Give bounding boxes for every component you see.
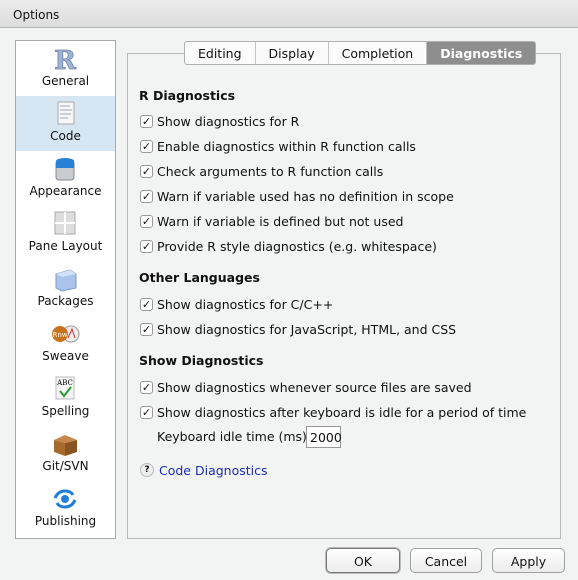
sidebar-item-code[interactable]: Code: [16, 96, 115, 151]
checkbox[interactable]: ✓: [140, 406, 153, 419]
cancel-button[interactable]: Cancel: [410, 548, 482, 573]
paint-bucket-icon: [55, 158, 75, 181]
idle-time-input[interactable]: 2000: [306, 426, 342, 448]
sidebar-item-label: Publishing: [34, 514, 97, 528]
svg-text:R: R: [54, 46, 76, 72]
checkbox-on-save[interactable]: ✓ Show diagnostics whenever source files …: [140, 380, 472, 395]
checkbox[interactable]: ✓: [140, 323, 153, 336]
checkbox-label: Show diagnostics after keyboard is idle …: [157, 405, 527, 420]
section-heading-show-diagnostics: Show Diagnostics: [139, 353, 264, 368]
code-document-icon: [57, 101, 75, 125]
checkbox-label: Warn if variable is defined but not used: [157, 214, 404, 229]
checkbox[interactable]: ✓: [140, 115, 153, 128]
idle-time-label: Keyboard idle time (ms):: [157, 429, 312, 444]
checkbox-label: Enable diagnostics within R function cal…: [157, 139, 416, 154]
sidebar-item-packages[interactable]: Packages: [16, 261, 115, 316]
sidebar-item-pane-layout[interactable]: Pane Layout: [16, 206, 115, 261]
checkbox-label: Provide R style diagnostics (e.g. whites…: [157, 239, 437, 254]
sweave-pdf-icon: Rnw: [52, 325, 80, 343]
checkbox-warn-not-used[interactable]: ✓ Warn if variable is defined but not use…: [140, 214, 404, 229]
sidebar-item-appearance[interactable]: Appearance: [16, 151, 115, 206]
options-tabs: Editing Display Completion Diagnostics: [184, 41, 537, 65]
tab-completion[interactable]: Completion: [329, 42, 428, 64]
sidebar-item-label: Spelling: [41, 404, 90, 418]
checkbox-r-style[interactable]: ✓ Provide R style diagnostics (e.g. white…: [140, 239, 437, 254]
sidebar-item-label: Code: [50, 129, 81, 143]
checkbox-label: Check arguments to R function calls: [157, 164, 384, 179]
tab-display[interactable]: Display: [256, 42, 329, 64]
ok-button[interactable]: OK: [326, 548, 400, 573]
publishing-icon: [53, 489, 77, 509]
sidebar-item-sweave[interactable]: Rnw Sweave: [16, 316, 115, 371]
options-sidebar: R General Code Appearance Pane Layout Pa…: [15, 40, 116, 539]
tab-diagnostics[interactable]: Diagnostics: [427, 42, 536, 64]
tab-editing[interactable]: Editing: [185, 42, 256, 64]
checkbox-check-arguments[interactable]: ✓ Check arguments to R function calls: [140, 164, 383, 179]
sidebar-item-git-svn[interactable]: Git/SVN: [16, 426, 115, 481]
section-heading-other-languages: Other Languages: [139, 270, 260, 285]
sidebar-item-label: Packages: [37, 294, 94, 308]
checkbox[interactable]: ✓: [140, 140, 153, 153]
checkbox-label: Warn if variable used has no definition …: [157, 189, 454, 204]
sidebar-item-label: General: [41, 74, 90, 88]
checkbox[interactable]: ✓: [140, 240, 153, 253]
window-title: Options: [0, 0, 578, 28]
checkbox-enable-within-calls[interactable]: ✓ Enable diagnostics within R function ca…: [140, 139, 416, 154]
checkbox[interactable]: ✓: [140, 215, 153, 228]
sidebar-item-label: Sweave: [42, 349, 89, 363]
checkbox[interactable]: ✓: [140, 165, 153, 178]
cardboard-box-icon: [54, 435, 77, 456]
r-logo-icon: R: [54, 46, 77, 72]
checkbox[interactable]: ✓: [140, 381, 153, 394]
checkbox-label: Show diagnostics whenever source files a…: [157, 380, 472, 395]
sidebar-item-publishing[interactable]: Publishing: [16, 481, 115, 536]
checkbox-warn-no-definition[interactable]: ✓ Warn if variable used has no definition…: [140, 189, 454, 204]
spelling-abc-icon: ABC: [55, 376, 75, 400]
svg-text:Rnw: Rnw: [52, 331, 67, 339]
sidebar-item-general[interactable]: R General: [16, 41, 115, 96]
sidebar-item-spelling[interactable]: ABC Spelling: [16, 371, 115, 426]
checkbox-show-diagnostics-r[interactable]: ✓ Show diagnostics for R: [140, 114, 299, 129]
help-icon[interactable]: ?: [140, 463, 154, 477]
checkbox[interactable]: ✓: [140, 298, 153, 311]
checkbox-label: Show diagnostics for JavaScript, HTML, a…: [157, 322, 457, 337]
checkbox-js-html-css[interactable]: ✓ Show diagnostics for JavaScript, HTML, …: [140, 322, 456, 337]
section-heading-r-diagnostics: R Diagnostics: [139, 88, 236, 103]
checkbox-cpp[interactable]: ✓ Show diagnostics for C/C++: [140, 297, 333, 312]
svg-text:ABC: ABC: [56, 379, 73, 387]
sidebar-item-label: Pane Layout: [28, 239, 103, 253]
checkbox-label: Show diagnostics for C/C++: [157, 297, 334, 312]
package-cube-icon: [55, 269, 77, 292]
checkbox-on-idle[interactable]: ✓ Show diagnostics after keyboard is idle…: [140, 405, 526, 420]
checkbox[interactable]: ✓: [140, 190, 153, 203]
checkbox-label: Show diagnostics for R: [157, 114, 300, 129]
code-diagnostics-link[interactable]: Code Diagnostics: [159, 463, 268, 478]
pane-layout-icon: [54, 211, 76, 235]
sidebar-item-label: Git/SVN: [42, 459, 89, 473]
apply-button[interactable]: Apply: [492, 548, 565, 573]
sidebar-item-label: Appearance: [29, 184, 102, 198]
